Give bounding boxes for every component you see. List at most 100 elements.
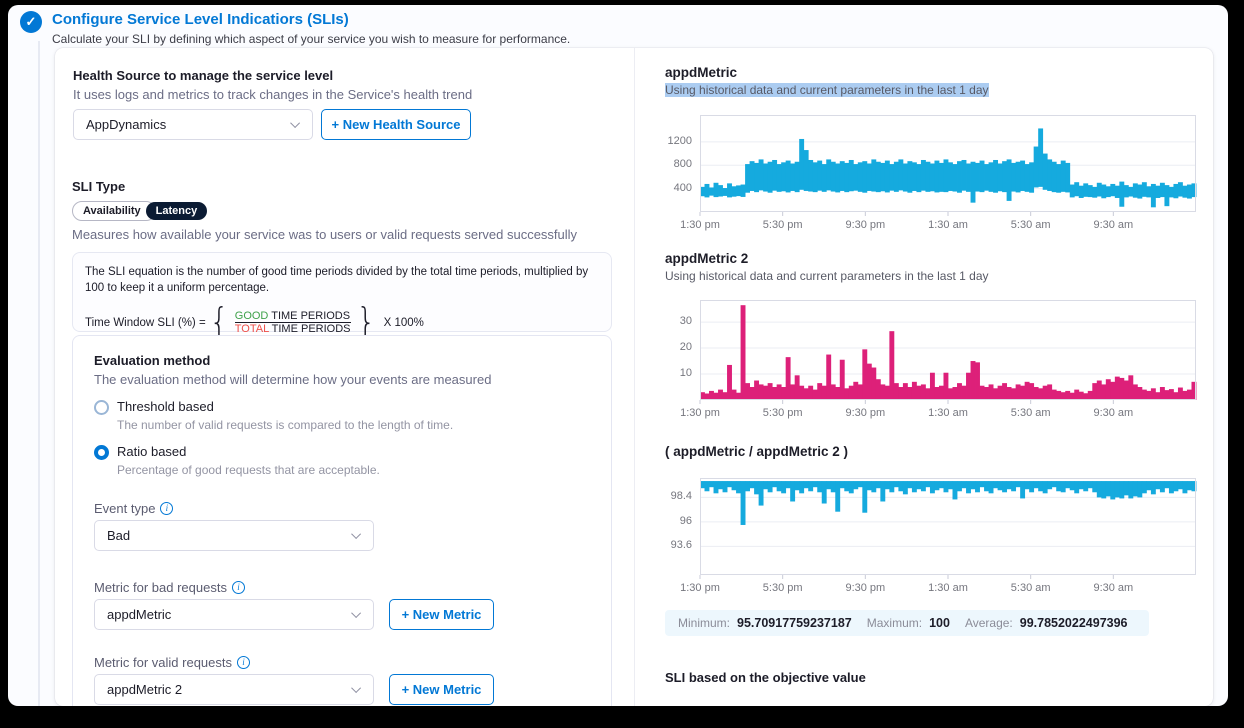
y-axis-tick-label: 98.4	[646, 490, 692, 502]
page-subtitle: Calculate your SLI by defining which asp…	[52, 32, 570, 46]
minimum-label: Minimum:	[678, 616, 730, 630]
threshold-based-radio[interactable]	[94, 400, 109, 415]
threshold-based-label[interactable]: Threshold based	[117, 399, 214, 414]
metric-bad-label: Metric for bad requests	[94, 580, 245, 595]
chart3-ratio[interactable]: 93.69698.41:30 pm5:30 pm9:30 pm1:30 am5:…	[700, 478, 1196, 575]
y-axis-tick-label: 400	[646, 182, 692, 194]
chart1-appdmetric[interactable]: 40080012001:30 pm5:30 pm9:30 pm1:30 am5:…	[700, 115, 1196, 212]
x-axis-tick-label: 9:30 pm	[820, 219, 910, 231]
x-axis-tick-label: 9:30 pm	[820, 407, 910, 419]
health-source-select-value: AppDynamics	[86, 117, 166, 132]
event-type-label: Event type	[94, 501, 173, 516]
formula-total: TOTAL	[235, 323, 269, 335]
sli-objective-footer: SLI based on the objective value	[665, 670, 866, 685]
x-axis-tick-label: 5:30 pm	[738, 219, 828, 231]
x-axis-tick-label: 5:30 am	[986, 407, 1076, 419]
evaluation-method-title: Evaluation method	[94, 353, 210, 368]
chevron-down-icon	[351, 529, 361, 539]
x-axis-tick-label: 1:30 pm	[655, 582, 745, 594]
metric-bad-label-text: Metric for bad requests	[94, 580, 227, 595]
info-icon[interactable]	[160, 502, 173, 515]
health-source-label: Health Source to manage the service leve…	[73, 68, 333, 83]
y-axis-tick-label: 30	[646, 315, 692, 327]
x-axis-tick-label: 9:30 pm	[820, 582, 910, 594]
y-axis-tick-label: 96	[646, 515, 692, 527]
x-axis-tick-label: 1:30 pm	[655, 219, 745, 231]
y-axis-tick-label: 20	[646, 341, 692, 353]
chart2-title: appdMetric 2	[665, 251, 748, 266]
x-axis-tick-label: 9:30 am	[1068, 219, 1158, 231]
ratio-based-label[interactable]: Ratio based	[117, 444, 186, 459]
metric-valid-select[interactable]: appdMetric 2	[94, 674, 374, 705]
page-title: Configure Service Level Indicatiors (SLI…	[52, 11, 349, 28]
chart1-subtitle-text: Using historical data and current parame…	[665, 83, 989, 97]
chart2-subtitle: Using historical data and current parame…	[665, 269, 989, 283]
average-value: 99.7852022497396	[1020, 616, 1128, 630]
evaluation-method-description: The evaluation method will determine how…	[94, 372, 491, 387]
metric-bad-select[interactable]: appdMetric	[94, 599, 374, 630]
metric-valid-label: Metric for valid requests	[94, 655, 250, 670]
x-axis-tick-label: 1:30 pm	[655, 407, 745, 419]
health-source-description: It uses logs and metrics to track change…	[73, 87, 472, 102]
chart3-title: ( appdMetric / appdMetric 2 )	[665, 444, 848, 459]
y-axis-tick-label: 1200	[646, 135, 692, 147]
metric-valid-select-value: appdMetric 2	[107, 682, 182, 697]
event-type-label-text: Event type	[94, 501, 155, 516]
x-axis-tick-label: 5:30 am	[986, 219, 1076, 231]
x-axis-tick-label: 5:30 am	[986, 582, 1076, 594]
ratio-based-radio[interactable]	[94, 445, 109, 460]
chart1-title: appdMetric	[665, 65, 737, 80]
formula-den-rest: TIME PERIODS	[269, 323, 351, 335]
evaluation-method-box: Evaluation method The evaluation method …	[72, 335, 612, 706]
average-label: Average:	[965, 616, 1013, 630]
sli-type-option-latency[interactable]: Latency	[146, 202, 208, 220]
x-axis-tick-label: 1:30 am	[903, 407, 993, 419]
stepper-connector-line	[38, 41, 40, 706]
maximum-value: 100	[929, 616, 950, 630]
slo-configuration-page: Configure Service Level Indicatiors (SLI…	[8, 5, 1228, 706]
x-axis-tick-label: 1:30 am	[903, 582, 993, 594]
formula-good: GOOD	[235, 310, 269, 322]
metric-bad-select-value: appdMetric	[107, 607, 171, 622]
new-metric-button-bad[interactable]: + New Metric	[389, 599, 494, 630]
event-type-select[interactable]: Bad	[94, 520, 374, 551]
chart2-appdmetric2[interactable]: 1020301:30 pm5:30 pm9:30 pm1:30 am5:30 a…	[700, 300, 1196, 400]
health-source-select[interactable]: AppDynamics	[73, 109, 313, 140]
x-axis-tick-label: 5:30 pm	[738, 582, 828, 594]
new-health-source-button[interactable]: + New Health Source	[321, 109, 471, 140]
sli-type-description: Measures how available your service was …	[72, 227, 577, 242]
chart1-subtitle: Using historical data and current parame…	[665, 83, 989, 97]
formula-prefix: Time Window SLI (%) =	[85, 317, 206, 329]
ratio-based-description: Percentage of good requests that are acc…	[117, 463, 380, 477]
threshold-based-description: The number of valid requests is compared…	[117, 418, 453, 432]
info-icon[interactable]	[232, 581, 245, 594]
ratio-stats-bar: Minimum: 95.70917759237187 Maximum: 100 …	[665, 610, 1149, 636]
y-axis-tick-label: 10	[646, 367, 692, 379]
minimum-value: 95.70917759237187	[737, 616, 852, 630]
formula-suffix: X 100%	[384, 317, 424, 329]
chevron-down-icon	[290, 118, 300, 128]
info-icon[interactable]	[237, 656, 250, 669]
column-divider	[634, 48, 635, 706]
event-type-select-value: Bad	[107, 528, 130, 543]
sli-type-label: SLI Type	[72, 179, 125, 194]
y-axis-tick-label: 800	[646, 158, 692, 170]
chevron-down-icon	[351, 608, 361, 618]
x-axis-tick-label: 1:30 am	[903, 219, 993, 231]
sli-equation-text: The SLI equation is the number of good t…	[85, 264, 599, 296]
y-axis-tick-label: 93.6	[646, 539, 692, 551]
sli-type-option-availability[interactable]: Availability	[72, 201, 156, 221]
step-complete-check-icon	[20, 11, 42, 33]
x-axis-tick-label: 9:30 am	[1068, 407, 1158, 419]
new-metric-button-valid[interactable]: + New Metric	[389, 674, 494, 705]
chevron-down-icon	[351, 683, 361, 693]
x-axis-tick-label: 5:30 pm	[738, 407, 828, 419]
metric-valid-label-text: Metric for valid requests	[94, 655, 232, 670]
sli-equation-box: The SLI equation is the number of good t…	[72, 252, 612, 332]
x-axis-tick-label: 9:30 am	[1068, 582, 1158, 594]
sli-config-card: Health Source to manage the service leve…	[55, 48, 1213, 706]
formula-fraction: GOOD TIME PERIODS TOTAL TIME PERIODS	[235, 310, 351, 335]
maximum-label: Maximum:	[867, 616, 922, 630]
sli-type-toggle: Availability Latency	[72, 201, 207, 221]
formula-num-rest: TIME PERIODS	[268, 310, 350, 322]
